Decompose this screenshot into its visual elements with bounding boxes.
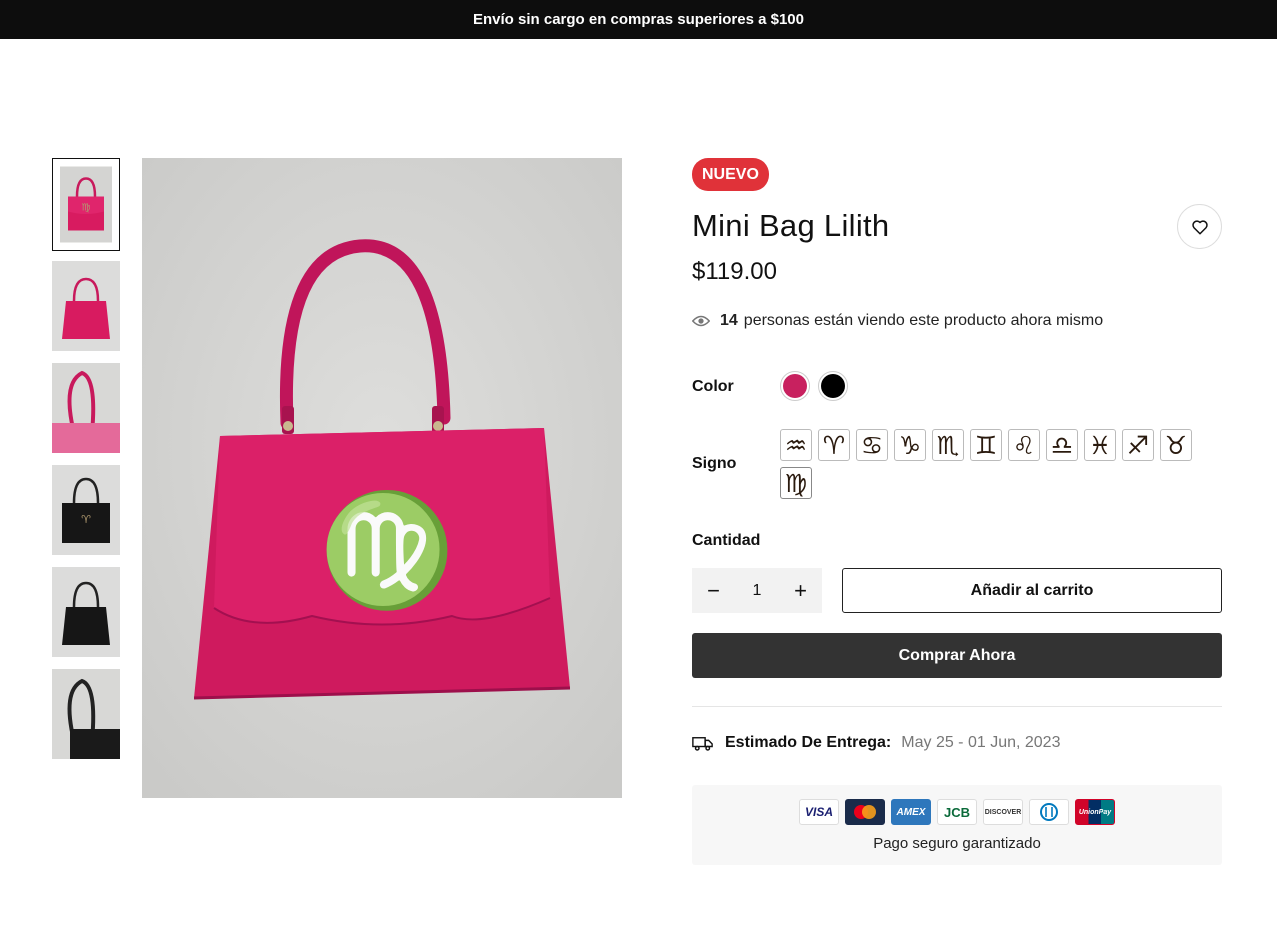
announcement-text: Envío sin cargo en compras superiores a … (473, 11, 804, 28)
sign-pisces-icon[interactable]: ♓ (1084, 429, 1116, 461)
add-to-cart-button[interactable]: Añadir al carrito (842, 568, 1222, 613)
pink-bag-back-image (52, 261, 120, 351)
pink-bag-side-image (52, 363, 120, 453)
pink-bag-main-image: ♍ (142, 158, 622, 798)
heart-icon (1191, 219, 1208, 234)
main-product-image[interactable]: ♍ (142, 158, 622, 798)
jcb-icon: JCB (937, 799, 977, 825)
unionpay-icon: UnionPay (1075, 799, 1115, 825)
viewers-text: personas están viendo este producto ahor… (743, 312, 1104, 329)
sign-capricorn-icon[interactable]: ♑ (894, 429, 926, 461)
decrease-quantity-button[interactable]: − (692, 568, 735, 613)
color-swatch-pink[interactable] (780, 371, 810, 401)
black-bag-side-image (52, 669, 120, 759)
sign-gemini-icon[interactable]: ♊ (970, 429, 1002, 461)
quantity-stepper: − + (692, 568, 822, 613)
sign-aries-icon[interactable]: ♈ (818, 429, 850, 461)
divider (692, 706, 1222, 707)
thumbnail-4[interactable]: ♈ (52, 465, 120, 555)
increase-quantity-button[interactable]: + (779, 568, 822, 613)
discover-icon: DISCOVER (983, 799, 1023, 825)
svg-text:♍: ♍ (319, 486, 456, 614)
buy-now-button[interactable]: Comprar Ahora (692, 633, 1222, 678)
wishlist-button[interactable] (1177, 204, 1222, 249)
sign-aquarius-icon[interactable]: ♒ (780, 429, 812, 461)
sign-cancer-icon[interactable]: ♋ (856, 429, 888, 461)
delivery-estimate: Estimado De Entrega: May 25 - 01 Jun, 20… (692, 734, 1060, 752)
sign-scorpio-icon[interactable]: ♏ (932, 429, 964, 461)
truck-icon (692, 737, 713, 751)
product-price: $119.00 (692, 258, 777, 285)
amex-icon: AMEX (891, 799, 931, 825)
viewers-count: 14 (720, 312, 738, 329)
thumbnail-2[interactable] (52, 261, 120, 351)
eye-icon (692, 315, 710, 327)
diners-circle (1040, 803, 1058, 821)
delivery-dates: May 25 - 01 Jun, 2023 (901, 734, 1061, 751)
sign-taurus-icon[interactable]: ♉ (1160, 429, 1192, 461)
mastercard-icon (845, 799, 885, 825)
swatch-fill (783, 374, 807, 398)
secure-payment-box: VISA AMEX JCB DISCOVER UnionPay Pago seg… (692, 785, 1222, 865)
zodiac-sign-options: ♒ ♈ ♋ ♑ ♏ ♊ ♌ ♎ ♓ ♐ ♉ ♍ (780, 429, 1200, 499)
swatch-fill (821, 374, 845, 398)
viewers-notice: 14 personas están viendo este producto a… (692, 312, 1103, 330)
sign-leo-icon[interactable]: ♌ (1008, 429, 1040, 461)
svg-text:♈: ♈ (81, 514, 91, 526)
thumbnail-3[interactable] (52, 363, 120, 453)
product-info: NUEVO Mini Bag Lilith $119.00 14 persona… (692, 158, 1222, 865)
sign-label: Signo (692, 455, 737, 472)
product-title: Mini Bag Lilith (692, 208, 890, 243)
sign-sagittarius-icon[interactable]: ♐ (1122, 429, 1154, 461)
quantity-label: Cantidad (692, 532, 761, 549)
mastercard-circles (854, 805, 876, 819)
thumbnail-gallery: ♍ ♈ (52, 158, 122, 771)
delivery-label: Estimado De Entrega: (725, 734, 892, 751)
sign-virgo-icon[interactable]: ♍ (780, 467, 812, 499)
quantity-input[interactable] (735, 581, 779, 600)
announcement-bar: Envío sin cargo en compras superiores a … (0, 0, 1277, 39)
black-bag-back-image (52, 567, 120, 657)
color-label: Color (692, 378, 734, 395)
visa-icon: VISA (799, 799, 839, 825)
pink-bag-front-image: ♍ (60, 166, 112, 243)
black-bag-front-image: ♈ (52, 465, 120, 555)
thumbnail-5[interactable] (52, 567, 120, 657)
thumbnail-1[interactable]: ♍ (52, 158, 120, 251)
new-badge: NUEVO (692, 158, 769, 191)
secure-payment-text: Pago seguro garantizado (873, 835, 1041, 852)
color-swatch-black[interactable] (818, 371, 848, 401)
thumbnail-6[interactable] (52, 669, 120, 759)
payment-cards: VISA AMEX JCB DISCOVER UnionPay (799, 799, 1115, 825)
sign-libra-icon[interactable]: ♎ (1046, 429, 1078, 461)
svg-text:♍: ♍ (82, 203, 91, 214)
color-swatches (780, 371, 848, 401)
diners-icon (1029, 799, 1069, 825)
